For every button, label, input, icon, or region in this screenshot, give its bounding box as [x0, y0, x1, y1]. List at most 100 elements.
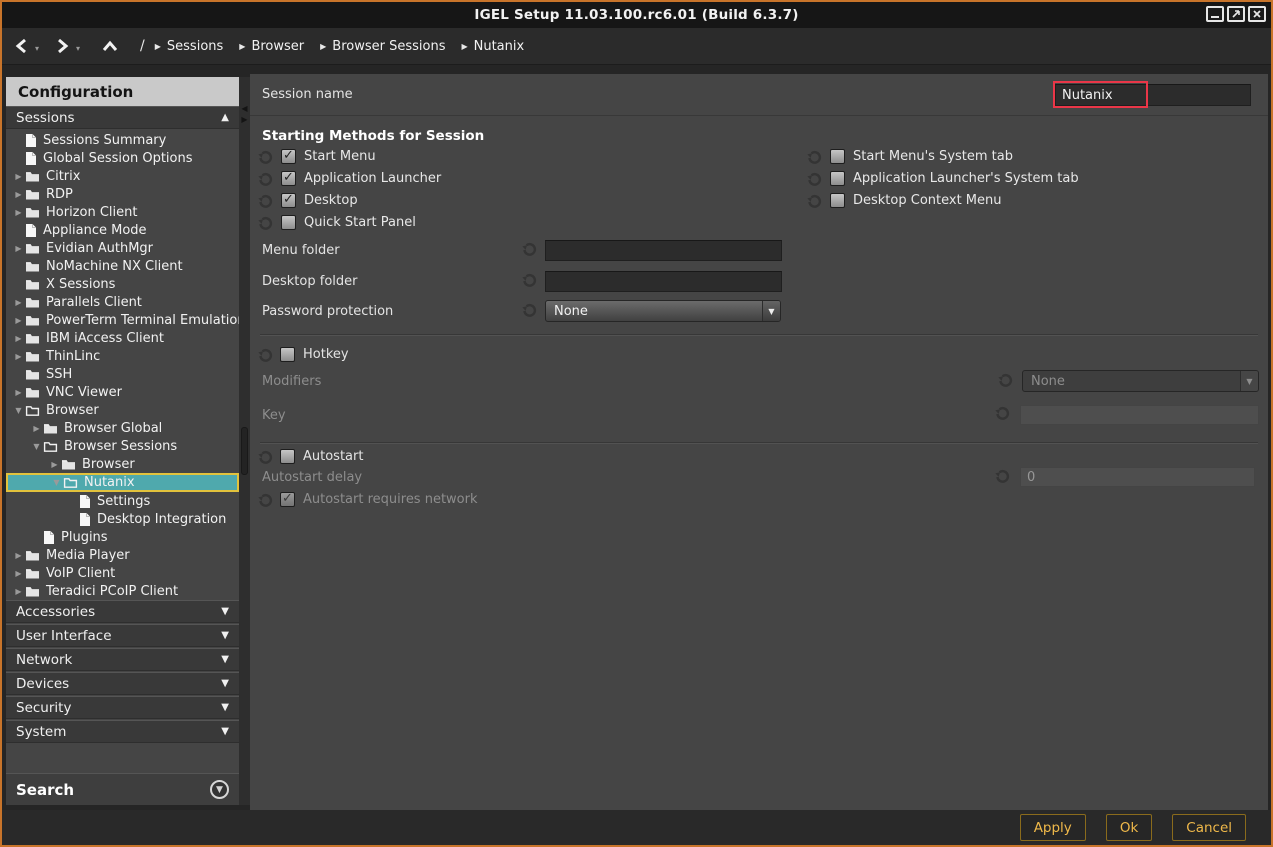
reset-icon[interactable] [807, 194, 823, 210]
collapsed-arrow-icon[interactable]: ▶ [12, 334, 25, 343]
tree-item-thinlinc[interactable]: ▶ThinLinc [6, 347, 239, 365]
reset-icon[interactable] [522, 242, 538, 258]
collapsed-arrow-icon[interactable]: ▶ [12, 569, 25, 578]
up-button[interactable] [102, 40, 118, 52]
collapsed-arrow-icon[interactable]: ▶ [12, 316, 25, 325]
reset-icon[interactable] [258, 172, 274, 188]
collapsed-arrow-icon[interactable]: ▶ [12, 388, 25, 397]
autostart-checkbox[interactable] [280, 449, 295, 464]
tree-item-parallels-client[interactable]: ▶Parallels Client [6, 293, 239, 311]
back-button[interactable] [14, 38, 29, 54]
tree-item-ssh[interactable]: SSH [6, 365, 239, 383]
section-header-devices[interactable]: Devices▼ [6, 672, 239, 695]
tree-item-appliance-mode[interactable]: Appliance Mode [6, 221, 239, 239]
splitter-collapse-icons[interactable]: ◀▶ [240, 103, 249, 125]
reset-icon[interactable] [522, 303, 538, 319]
menu-folder-input[interactable] [545, 240, 782, 261]
tree-item-evidian-authmgr[interactable]: ▶Evidian AuthMgr [6, 239, 239, 257]
breadcrumb-item-browser-sessions[interactable]: ▶Browser Sessions [320, 39, 445, 54]
reset-icon[interactable] [807, 150, 823, 166]
collapsed-arrow-icon[interactable]: ▶ [12, 352, 25, 361]
search-bar[interactable]: Search ▼ [6, 773, 239, 805]
tree-item-browser-global[interactable]: ▶Browser Global [6, 419, 239, 437]
checkbox-application-launcher[interactable] [281, 171, 296, 186]
forward-button[interactable] [55, 38, 70, 54]
tree-item-x-sessions[interactable]: X Sessions [6, 275, 239, 293]
expanded-arrow-icon[interactable]: ▼ [50, 478, 63, 487]
reset-icon[interactable] [258, 450, 274, 466]
reset-icon[interactable] [998, 373, 1014, 389]
reset-icon[interactable] [807, 172, 823, 188]
checkbox-desktop[interactable] [281, 193, 296, 208]
tree-item-citrix[interactable]: ▶Citrix [6, 167, 239, 185]
tree-item-rdp[interactable]: ▶RDP [6, 185, 239, 203]
reset-icon[interactable] [995, 469, 1011, 485]
collapsed-arrow-icon[interactable]: ▶ [12, 298, 25, 307]
tree-item-horizon-client[interactable]: ▶Horizon Client [6, 203, 239, 221]
tree-item-voip-client[interactable]: ▶VoIP Client [6, 564, 239, 582]
collapsed-arrow-icon[interactable]: ▶ [48, 460, 61, 469]
back-history-dropdown-icon[interactable]: ▾ [35, 44, 39, 53]
tree-item-powerterm-terminal-emulation[interactable]: ▶PowerTerm Terminal Emulation [6, 311, 239, 329]
reset-icon[interactable] [258, 493, 274, 509]
session-name-input[interactable] [1055, 84, 1251, 106]
ok-button[interactable]: Ok [1106, 814, 1152, 841]
scrollbar-thumb[interactable] [241, 427, 248, 475]
section-header-accessories[interactable]: Accessories▼ [6, 600, 239, 623]
dropdown-arrow-icon[interactable]: ▼ [762, 301, 780, 321]
tree-item-settings[interactable]: Settings [6, 492, 239, 510]
tree-item-vnc-viewer[interactable]: ▶VNC Viewer [6, 383, 239, 401]
reset-icon[interactable] [522, 273, 538, 289]
minimize-button[interactable] [1206, 6, 1224, 22]
collapsed-arrow-icon[interactable]: ▶ [12, 587, 25, 596]
breadcrumb-item-nutanix[interactable]: ▶Nutanix [461, 39, 524, 54]
tree-item-ibm-iaccess-client[interactable]: ▶IBM iAccess Client [6, 329, 239, 347]
tree-item-plugins[interactable]: Plugins [6, 528, 239, 546]
tree-item-desktop-integration[interactable]: Desktop Integration [6, 510, 239, 528]
section-header-sessions[interactable]: Sessions ▲ [6, 106, 239, 129]
cancel-button[interactable]: Cancel [1172, 814, 1246, 841]
search-expand-icon[interactable]: ▼ [210, 780, 229, 799]
collapsed-arrow-icon[interactable]: ▶ [30, 424, 43, 433]
close-button[interactable] [1248, 6, 1266, 22]
tree-item-teradici-pcoip-client[interactable]: ▶Teradici PCoIP Client [6, 582, 239, 600]
expanded-arrow-icon[interactable]: ▼ [30, 442, 43, 451]
tree-scrollbar[interactable]: ◀▶ [239, 77, 250, 805]
section-header-user-interface[interactable]: User Interface▼ [6, 624, 239, 647]
section-header-system[interactable]: System▼ [6, 720, 239, 743]
tree-item-sessions-summary[interactable]: Sessions Summary [6, 131, 239, 149]
desktop-folder-input[interactable] [545, 271, 782, 292]
checkbox-quick-start-panel[interactable] [281, 215, 296, 230]
section-header-network[interactable]: Network▼ [6, 648, 239, 671]
reset-icon[interactable] [258, 348, 274, 364]
collapsed-arrow-icon[interactable]: ▶ [12, 172, 25, 181]
reset-icon[interactable] [995, 406, 1011, 422]
checkbox-application-launcher-s-system-tab[interactable] [830, 171, 845, 186]
maximize-button[interactable] [1227, 6, 1245, 22]
checkbox-desktop-context-menu[interactable] [830, 193, 845, 208]
expanded-arrow-icon[interactable]: ▼ [12, 406, 25, 415]
hotkey-checkbox[interactable] [280, 347, 295, 362]
tree-item-browser-sessions[interactable]: ▼Browser Sessions [6, 437, 239, 455]
checkbox-start-menu[interactable] [281, 149, 296, 164]
collapsed-arrow-icon[interactable]: ▶ [12, 244, 25, 253]
password-protection-dropdown[interactable]: None ▼ [545, 300, 781, 322]
tree-item-browser[interactable]: ▼Browser [6, 401, 239, 419]
breadcrumb-item-browser[interactable]: ▶Browser [239, 39, 304, 54]
tree-item-nomachine-nx-client[interactable]: NoMachine NX Client [6, 257, 239, 275]
breadcrumb-item-sessions[interactable]: ▶Sessions [155, 39, 224, 54]
tree-item-media-player[interactable]: ▶Media Player [6, 546, 239, 564]
apply-button[interactable]: Apply [1020, 814, 1086, 841]
collapsed-arrow-icon[interactable]: ▶ [12, 190, 25, 199]
tree-item-browser[interactable]: ▶Browser [6, 455, 239, 473]
collapsed-arrow-icon[interactable]: ▶ [12, 208, 25, 217]
tree-item-nutanix[interactable]: ▼Nutanix [6, 473, 239, 492]
tree-item-global-session-options[interactable]: Global Session Options [6, 149, 239, 167]
collapsed-arrow-icon[interactable]: ▶ [12, 551, 25, 560]
section-header-security[interactable]: Security▼ [6, 696, 239, 719]
checkbox-start-menu-s-system-tab[interactable] [830, 149, 845, 164]
reset-icon[interactable] [258, 150, 274, 166]
reset-icon[interactable] [258, 216, 274, 232]
reset-icon[interactable] [258, 194, 274, 210]
forward-history-dropdown-icon[interactable]: ▾ [76, 44, 80, 53]
